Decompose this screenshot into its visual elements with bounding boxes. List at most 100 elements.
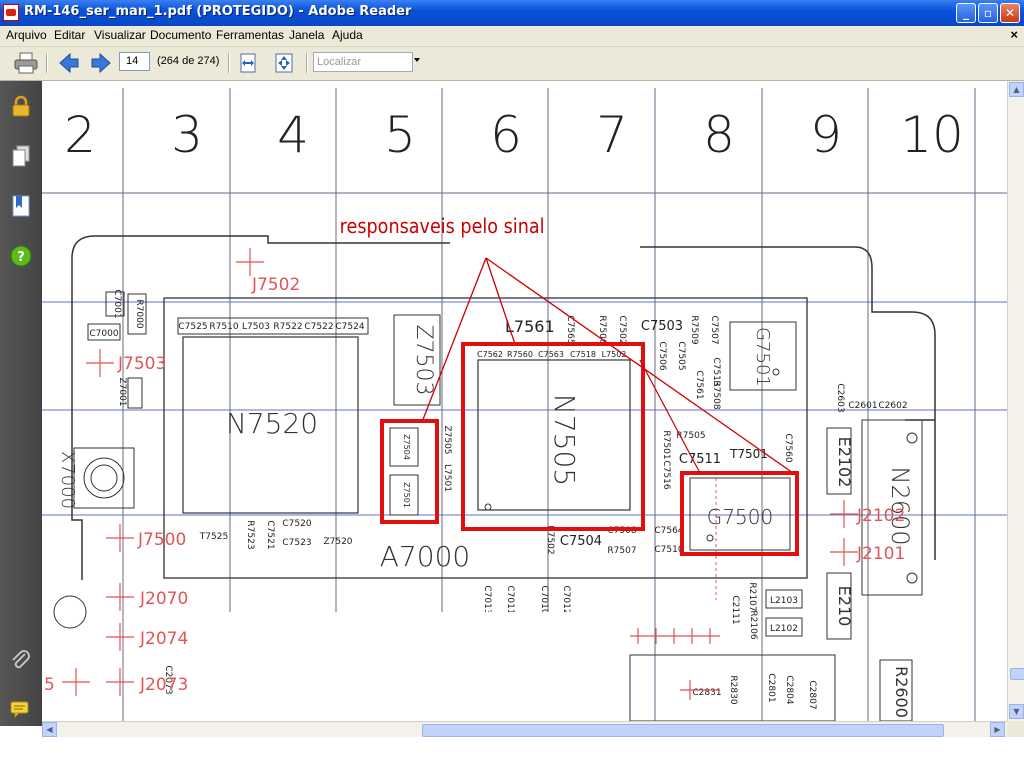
chip-label: E210 (835, 586, 854, 627)
component-label: L7501 (442, 464, 452, 492)
menu-visualizar[interactable]: Visualizar (94, 28, 146, 42)
help-icon[interactable]: ? (10, 245, 32, 267)
toolbar-separator (306, 53, 308, 73)
ref-label: J2074 (139, 629, 188, 649)
menu-janela[interactable]: Janela (289, 28, 324, 42)
component-label: Z7520 (323, 537, 352, 547)
column-number: 5 (384, 106, 416, 164)
component-label: C2804 (784, 675, 794, 704)
menu-ferramentas[interactable]: Ferramentas (216, 28, 284, 42)
column-number: 3 (171, 106, 203, 164)
component-label: R2830 (728, 675, 738, 704)
scroll-up-icon[interactable]: ▲ (1009, 82, 1024, 97)
menu-arquivo[interactable]: Arquivo (6, 28, 47, 42)
component-label: C7000 (89, 329, 118, 339)
component-label: T7501 (729, 447, 768, 461)
component-label: C7505 (676, 341, 686, 370)
component-label: R7522 (273, 322, 302, 332)
component-label: T7525 (199, 532, 228, 542)
component-label: C7560 (783, 433, 793, 462)
component-label: C7525 (178, 322, 207, 332)
minimize-button[interactable]: _ (956, 3, 976, 23)
component-label: R7506 (597, 315, 607, 344)
find-input[interactable]: Localizar (313, 52, 413, 72)
window-title: RM-146_ser_man_1.pdf (PROTEGIDO) - Adobe… (24, 4, 412, 19)
component-label: R7510 (209, 322, 238, 332)
component-label: R2107 (747, 582, 757, 611)
find-dropdown-icon[interactable] (414, 58, 420, 62)
component-label: R7523 (245, 520, 255, 549)
bookmarks-icon[interactable] (10, 195, 32, 217)
scroll-down-icon[interactable]: ▼ (1009, 704, 1024, 719)
component-label: C7502 (617, 315, 627, 344)
previous-page-icon[interactable] (58, 52, 80, 74)
component-label: C7506 (657, 341, 667, 370)
component-label: R7508 (711, 380, 721, 409)
menu-editar[interactable]: Editar (54, 28, 85, 42)
ref-label: J7502 (251, 275, 300, 295)
fit-page-icon[interactable] (274, 52, 294, 74)
component-label: C7518 (570, 350, 596, 359)
column-number: 10 (900, 106, 964, 164)
toolbar-separator (46, 53, 48, 73)
fit-width-icon[interactable] (238, 52, 258, 74)
component-label: C7523 (282, 538, 311, 548)
menu-documento[interactable]: Documento (150, 28, 211, 42)
ref-label: J2102 (856, 506, 905, 526)
component-label: C7562 (477, 350, 503, 359)
pages-icon[interactable] (10, 145, 32, 167)
chip-label: E2102 (835, 437, 854, 488)
component-label: C7012 (561, 585, 571, 614)
component-label: L2103 (770, 596, 798, 606)
ref-label: J7500 (137, 530, 186, 550)
document-close-icon[interactable]: × (1010, 27, 1018, 42)
chip-label: Z7503 (411, 324, 436, 395)
column-number: 6 (490, 106, 522, 164)
component-label: C2601 (848, 401, 877, 411)
component-label: C7011 (505, 585, 515, 614)
scroll-thumb[interactable] (422, 724, 944, 737)
redacted-area (205, 612, 630, 721)
print-icon[interactable] (14, 52, 38, 74)
page-number-input[interactable]: 14 (119, 52, 150, 71)
component-label: R7501 (661, 430, 671, 459)
component-label: C7561 (694, 370, 704, 399)
component-label: Z7001 (117, 377, 127, 406)
component-label: C7524 (335, 322, 364, 332)
component-label: C7507 (709, 315, 719, 344)
document-view[interactable]: 2 3 4 5 6 7 8 9 10 N7520 Z7503 N7505 G75… (42, 81, 1007, 721)
component-label: R7560 (507, 350, 533, 359)
horizontal-scrollbar[interactable]: ◀ ▶ (42, 721, 1007, 738)
column-numbers: 2 3 4 5 6 7 8 9 10 (64, 106, 964, 164)
annotation-text: responsaveis pelo sinal (340, 216, 545, 238)
chip-label: Z7504 (402, 434, 411, 460)
maximize-button[interactable]: ▫ (978, 3, 998, 23)
lock-icon[interactable] (10, 95, 32, 117)
component-label: C7010 (539, 585, 549, 614)
adobe-reader-icon (3, 4, 19, 21)
comments-icon[interactable] (10, 699, 32, 721)
scroll-right-icon[interactable]: ▶ (990, 722, 1005, 737)
column-number: 4 (277, 106, 309, 164)
column-number: 9 (810, 106, 842, 164)
component-label: C7522 (304, 322, 333, 332)
ref-label: J2101 (856, 544, 905, 564)
component-label: C7013 (482, 585, 492, 614)
scroll-thumb[interactable] (1010, 668, 1024, 680)
vertical-scrollbar[interactable]: ▲ ▼ (1007, 81, 1024, 721)
schematic-page: 2 3 4 5 6 7 8 9 10 N7520 Z7503 N7505 G75… (42, 88, 1007, 721)
scroll-left-icon[interactable]: ◀ (42, 722, 57, 737)
menu-ajuda[interactable]: Ajuda (332, 28, 363, 42)
bottom-blank-area (0, 737, 1024, 768)
component-label: L7561 (505, 317, 555, 336)
column-number: 2 (64, 106, 96, 164)
module-label: A7000 (380, 540, 470, 573)
close-button[interactable]: ✕ (1000, 3, 1020, 23)
component-label: C7564 (654, 526, 683, 536)
next-page-icon[interactable] (90, 52, 112, 74)
ref-label: J7503 (117, 354, 166, 374)
component-label: C7504 (560, 534, 602, 549)
attachment-icon[interactable] (10, 649, 32, 671)
component-label: C7511 (679, 452, 721, 467)
component-label: C2807 (807, 680, 817, 709)
